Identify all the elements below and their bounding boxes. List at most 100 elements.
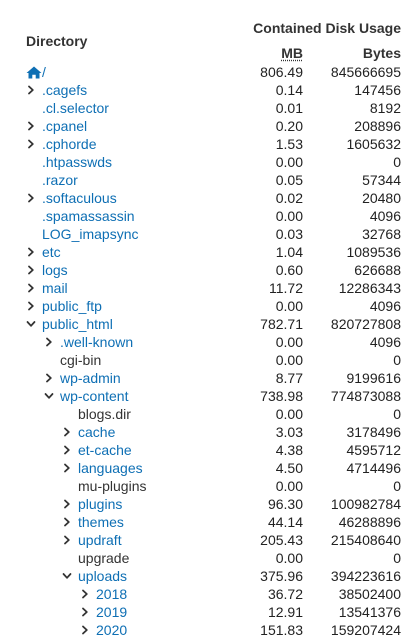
size-bytes: 13541376	[338, 604, 401, 620]
directory-link[interactable]: wp-content	[60, 387, 128, 405]
chevron-down-icon[interactable]	[44, 387, 54, 405]
size-bytes: 4714496	[346, 460, 401, 476]
size-mb: 151.83	[260, 622, 303, 638]
tree-row-name: upgrade	[62, 549, 129, 567]
column-header-directory: Directory	[26, 33, 88, 49]
tree-row: mail 11.72 12286343	[0, 279, 413, 297]
directory-link[interactable]: mail	[42, 279, 68, 297]
tree-row: logs 0.60 626688	[0, 261, 413, 279]
directory-link[interactable]: .razor	[42, 171, 78, 189]
directory-link[interactable]: themes	[78, 513, 124, 531]
chevron-right-icon[interactable]	[62, 441, 72, 459]
tree-row-name: .spamassassin	[26, 207, 135, 225]
size-mb: 806.49	[260, 64, 303, 80]
size-mb: 0.00	[275, 550, 303, 566]
chevron-right-icon[interactable]	[62, 513, 72, 531]
size-mb: 1.53	[275, 136, 303, 152]
directory-link[interactable]: et-cache	[78, 441, 132, 459]
size-bytes: 8192	[369, 100, 401, 116]
size-bytes: 4595712	[346, 442, 401, 458]
chevron-right-icon[interactable]	[62, 459, 72, 477]
tree-row-name: 2019	[80, 603, 127, 621]
chevron-right-icon[interactable]	[26, 279, 36, 297]
home-icon[interactable]	[26, 66, 42, 79]
tree-row: cache 3.03 3178496	[0, 423, 413, 441]
directory-link[interactable]: .cl.selector	[42, 99, 109, 117]
tree-row-name: cgi-bin	[44, 351, 101, 369]
tree-row: wp-admin 8.77 9199616	[0, 369, 413, 387]
directory-link[interactable]: wp-admin	[60, 369, 121, 387]
directory-link[interactable]: cache	[78, 423, 115, 441]
directory-link[interactable]: .cpanel	[42, 117, 87, 135]
directory-link[interactable]: 2020	[96, 621, 127, 639]
tree-row-name: .razor	[26, 171, 78, 189]
directory-link[interactable]: updraft	[78, 531, 122, 549]
directory-link[interactable]: .cagefs	[42, 81, 87, 99]
size-mb: 0.02	[275, 190, 303, 206]
directory-link[interactable]: 2018	[96, 585, 127, 603]
size-bytes: 1089536	[346, 244, 401, 260]
tree-row-name: 2020	[80, 621, 127, 639]
tree-row: / 806.49 845666695	[0, 63, 413, 81]
directory-link[interactable]: languages	[78, 459, 143, 477]
directory-link[interactable]: logs	[42, 261, 68, 279]
directory-link[interactable]: uploads	[78, 567, 127, 585]
chevron-right-icon[interactable]	[80, 621, 90, 639]
tree-row-name: uploads	[62, 567, 127, 585]
size-mb: 8.77	[275, 370, 303, 386]
directory-link[interactable]: .softaculous	[42, 189, 117, 207]
size-mb: 0.00	[275, 352, 303, 368]
tree-row: wp-content 738.98 774873088	[0, 387, 413, 405]
size-bytes: 9199616	[346, 370, 401, 386]
chevron-right-icon[interactable]	[26, 189, 36, 207]
chevron-right-icon[interactable]	[44, 333, 54, 351]
directory-link[interactable]: /	[42, 63, 46, 81]
chevron-right-icon[interactable]	[62, 531, 72, 549]
size-bytes: 0	[393, 478, 401, 494]
size-mb: 4.38	[275, 442, 303, 458]
tree-row-name: logs	[26, 261, 68, 279]
size-mb: 0.00	[275, 154, 303, 170]
size-bytes: 394223616	[330, 568, 401, 584]
directory-link[interactable]: .spamassassin	[42, 207, 135, 225]
chevron-right-icon[interactable]	[26, 261, 36, 279]
chevron-right-icon[interactable]	[62, 423, 72, 441]
chevron-down-icon[interactable]	[62, 567, 72, 585]
directory-link[interactable]: .well-known	[60, 333, 133, 351]
tree-row-name: cache	[62, 423, 115, 441]
chevron-right-icon[interactable]	[26, 81, 36, 99]
chevron-right-icon[interactable]	[44, 369, 54, 387]
chevron-right-icon[interactable]	[26, 117, 36, 135]
directory-link[interactable]: 2019	[96, 603, 127, 621]
size-bytes: 215408640	[330, 532, 401, 548]
chevron-right-icon[interactable]	[26, 135, 36, 153]
chevron-right-icon[interactable]	[62, 495, 72, 513]
directory-link[interactable]: public_ftp	[42, 297, 102, 315]
tree-row-name: /	[26, 63, 46, 81]
size-mb: 3.03	[275, 424, 303, 440]
chevron-down-icon[interactable]	[26, 315, 36, 333]
column-header-contained-disk-usage: Contained Disk Usage	[253, 20, 401, 36]
tree-row: public_html 782.71 820727808	[0, 315, 413, 333]
directory-link[interactable]: .htpasswds	[42, 153, 112, 171]
tree-row: uploads 375.96 394223616	[0, 567, 413, 585]
chevron-right-icon[interactable]	[26, 297, 36, 315]
tree-row: .softaculous 0.02 20480	[0, 189, 413, 207]
directory-link[interactable]: public_html	[42, 315, 113, 333]
directory-link[interactable]: LOG_imapsync	[42, 225, 138, 243]
column-header-mb[interactable]: MB	[281, 45, 303, 61]
size-mb: 0.14	[275, 82, 303, 98]
tree-row-name: .softaculous	[26, 189, 117, 207]
directory-link[interactable]: plugins	[78, 495, 122, 513]
tree-row-name: .cpanel	[26, 117, 87, 135]
tree-row: mu-plugins 0.00 0	[0, 477, 413, 495]
chevron-right-icon[interactable]	[80, 603, 90, 621]
tree-row-name: .well-known	[44, 333, 133, 351]
tree-row: blogs.dir 0.00 0	[0, 405, 413, 423]
directory-link[interactable]: etc	[42, 243, 61, 261]
directory-link[interactable]: .cphorde	[42, 135, 96, 153]
size-bytes: 159207424	[330, 622, 401, 638]
chevron-right-icon[interactable]	[80, 585, 90, 603]
chevron-right-icon[interactable]	[26, 243, 36, 261]
tree-row: cgi-bin 0.00 0	[0, 351, 413, 369]
